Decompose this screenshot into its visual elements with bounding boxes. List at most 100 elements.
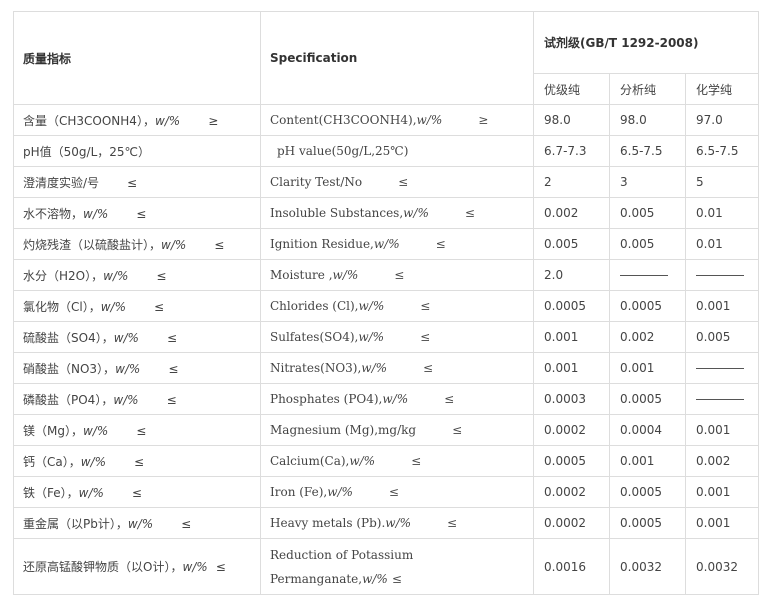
value-chemical-grade: 0.001 bbox=[684, 507, 760, 539]
value-analytical-grade: 0.0005 bbox=[609, 290, 686, 322]
comparison-operator: ≤ bbox=[464, 206, 475, 220]
value-guaranteed-grade: 0.0005 bbox=[533, 290, 610, 322]
comparison-operator: ≥ bbox=[208, 113, 219, 128]
table-row: 铁（Fe），w/% ≤ Iron (Fe),w/% ≤0.0002 0.0005 0.00… bbox=[13, 476, 760, 508]
not-specified-dash bbox=[696, 399, 744, 400]
comparison-operator: ≤ bbox=[435, 237, 446, 251]
table-row: 氯化物（Cl），w/% ≤ Chlorides (Cl), w/% ≤0.0005 0.0… bbox=[13, 290, 760, 322]
value-chemical-grade: 97.0 bbox=[684, 104, 760, 136]
comparison-operator: ≤ bbox=[447, 516, 458, 530]
label-text: 重金属（以Pb计）， bbox=[23, 516, 128, 531]
label-text: 钙（Ca）， bbox=[23, 454, 81, 469]
comparison-operator: ≤ bbox=[166, 330, 178, 345]
label-text: Chlorides (Cl), bbox=[270, 299, 359, 313]
label-text: 灼烧残渣（以硫酸盐计）， bbox=[23, 237, 162, 252]
value-analytical-grade: 98.0 bbox=[609, 104, 686, 136]
value-analytical-grade: 0.001 bbox=[609, 445, 686, 477]
label-text: Magnesium (Mg),mg/kg bbox=[270, 423, 417, 437]
quality-label-cell: 灼烧残渣（以硫酸盐计），w/% ≤ bbox=[13, 228, 261, 260]
specification-label-cell: Heavy metals (Pb).w/% ≤ bbox=[260, 507, 534, 539]
comparison-operator: ≤ bbox=[398, 175, 409, 189]
value-analytical-grade: 6.5-7.5 bbox=[609, 135, 686, 167]
specification-label-cell: Content(CH3COONH4),w/% ≥ bbox=[260, 104, 534, 136]
label-text-line1: Reduction of Potassium bbox=[270, 547, 414, 562]
label-text: Iron (Fe), bbox=[270, 485, 328, 499]
label-text: Phosphates (PO4), bbox=[270, 392, 383, 406]
comparison-operator: ≤ bbox=[134, 454, 145, 469]
label-text: Sulfates(SO4), bbox=[270, 330, 359, 344]
unit-text: w/% bbox=[78, 485, 104, 500]
quality-label-cell: 水不溶物，w/% ≤ bbox=[13, 197, 261, 229]
quality-label-cell: 含量（CH3COONH4），w/% ≥ bbox=[13, 104, 261, 136]
specification-label-cell: pH value(50g/L,25℃) bbox=[260, 135, 534, 167]
unit-text: w/% bbox=[83, 206, 109, 221]
quality-label-cell: 重金属（以Pb计），w/% ≤ bbox=[13, 507, 261, 539]
label-text: Clarity Test/No bbox=[270, 175, 363, 189]
comparison-operator: ≤ bbox=[156, 268, 167, 283]
label-text: Heavy metals (Pb). bbox=[270, 516, 386, 530]
unit-text: w/% bbox=[103, 268, 129, 283]
quality-label-cell: 澄清度实验/号 ≤ bbox=[13, 166, 261, 198]
value-chemical-grade: 0.005 bbox=[684, 321, 760, 353]
value-guaranteed-grade: 98.0 bbox=[533, 104, 610, 136]
comparison-operator: ≤ bbox=[423, 361, 434, 375]
specification-column-header: Specification bbox=[260, 11, 534, 105]
unit-text: w/% bbox=[115, 361, 141, 376]
unit-text: w/% bbox=[100, 299, 126, 314]
label-text: 水不溶物， bbox=[23, 206, 84, 221]
label-text: 水分（H2O）， bbox=[23, 268, 104, 283]
value-guaranteed-grade: 0.0002 bbox=[533, 414, 610, 446]
comparison-operator: ≤ bbox=[420, 299, 431, 313]
value-guaranteed-grade: 2 bbox=[533, 166, 610, 198]
comparison-operator: ≤ bbox=[444, 392, 455, 406]
table-row: 镁（Mg），w/% ≤ Magnesium (Mg),mg/kg ≤0.0002 0.0… bbox=[13, 414, 760, 446]
quality-label-cell: 磷酸盐（PO4），w/% ≤ bbox=[13, 383, 261, 415]
label-text: 硫酸盐（SO4）， bbox=[23, 330, 114, 345]
quality-label-cell: 氯化物（Cl），w/% ≤ bbox=[13, 290, 261, 322]
value-guaranteed-grade: 0.0005 bbox=[533, 445, 610, 477]
label-text: Insoluble Substances, bbox=[270, 206, 404, 220]
specification-table: 质量指标 Specification 试剂级(GB/T 1292-2008) 优… bbox=[13, 11, 760, 595]
quality-label-cell: 铁（Fe），w/% ≤ bbox=[13, 476, 261, 508]
value-analytical-grade: 0.0005 bbox=[609, 383, 686, 415]
value-chemical-grade bbox=[684, 383, 760, 415]
unit-text: w/% bbox=[113, 392, 139, 407]
quality-label-cell: pH值（50g/L，25℃） bbox=[13, 135, 261, 167]
table-row: 水分（H2O），w/% ≤ Moisture ,w/% ≤2.0 bbox=[13, 259, 760, 291]
specification-label-cell: Clarity Test/No ≤ bbox=[260, 166, 534, 198]
label-text: pH值（50g/L，25℃） bbox=[23, 144, 151, 159]
value-guaranteed-grade: 0.0003 bbox=[533, 383, 610, 415]
unit-text: w/% bbox=[154, 113, 181, 128]
grade-group-header: 试剂级(GB/T 1292-2008) bbox=[532, 11, 760, 74]
comparison-operator: ≤ bbox=[136, 423, 147, 438]
grade-header-guaranteed: 优级纯 bbox=[533, 73, 610, 105]
table-row: pH值（50g/L，25℃） pH value(50g/L,25℃) 6.7-7.3… bbox=[13, 135, 760, 167]
specification-label-cell: Magnesium (Mg),mg/kg ≤ bbox=[260, 414, 534, 446]
unit-text: w/% bbox=[403, 206, 429, 220]
comparison-operator: ≥ bbox=[478, 113, 489, 127]
header-row: 质量指标 Specification 试剂级(GB/T 1292-2008) bbox=[13, 11, 760, 105]
quality-label-cell: 还原高锰酸钾物质（以O计），w/% ≤ bbox=[13, 538, 261, 595]
comparison-operator: ≤ bbox=[394, 268, 405, 282]
unit-text: w/% bbox=[349, 454, 376, 468]
table-row: 硫酸盐（SO4），w/% ≤ Sulfates(SO4),w/% ≤0.001 0.00… bbox=[13, 321, 760, 353]
value-chemical-grade: 0.001 bbox=[684, 414, 760, 446]
unit-text: w/% bbox=[382, 392, 409, 406]
value-analytical-grade: 0.001 bbox=[609, 352, 686, 384]
value-analytical-grade: 0.0032 bbox=[609, 538, 686, 595]
comparison-operator: ≤ bbox=[153, 299, 165, 314]
label-text: 氯化物（Cl）， bbox=[23, 299, 101, 314]
unit-text: w/% bbox=[362, 571, 388, 586]
value-chemical-grade: 0.002 bbox=[684, 445, 760, 477]
specification-label-cell: Insoluble Substances,w/% ≤ bbox=[260, 197, 534, 229]
label-text: 硝酸盐（NO3）， bbox=[23, 361, 116, 376]
specification-label-cell: Nitrates(NO3),w/% ≤ bbox=[260, 352, 534, 384]
table-row: 澄清度实验/号 ≤ Clarity Test/No ≤2 3 5 bbox=[13, 166, 760, 198]
label-text: 磷酸盐（PO4）， bbox=[23, 392, 114, 407]
label-text: Ignition Residue, bbox=[270, 237, 374, 251]
value-chemical-grade bbox=[684, 259, 760, 291]
unit-text: w/% bbox=[361, 361, 388, 375]
specification-label-cell: Iron (Fe),w/% ≤ bbox=[260, 476, 534, 508]
label-text: 澄清度实验/号 bbox=[23, 175, 100, 190]
not-specified-dash bbox=[696, 275, 744, 276]
